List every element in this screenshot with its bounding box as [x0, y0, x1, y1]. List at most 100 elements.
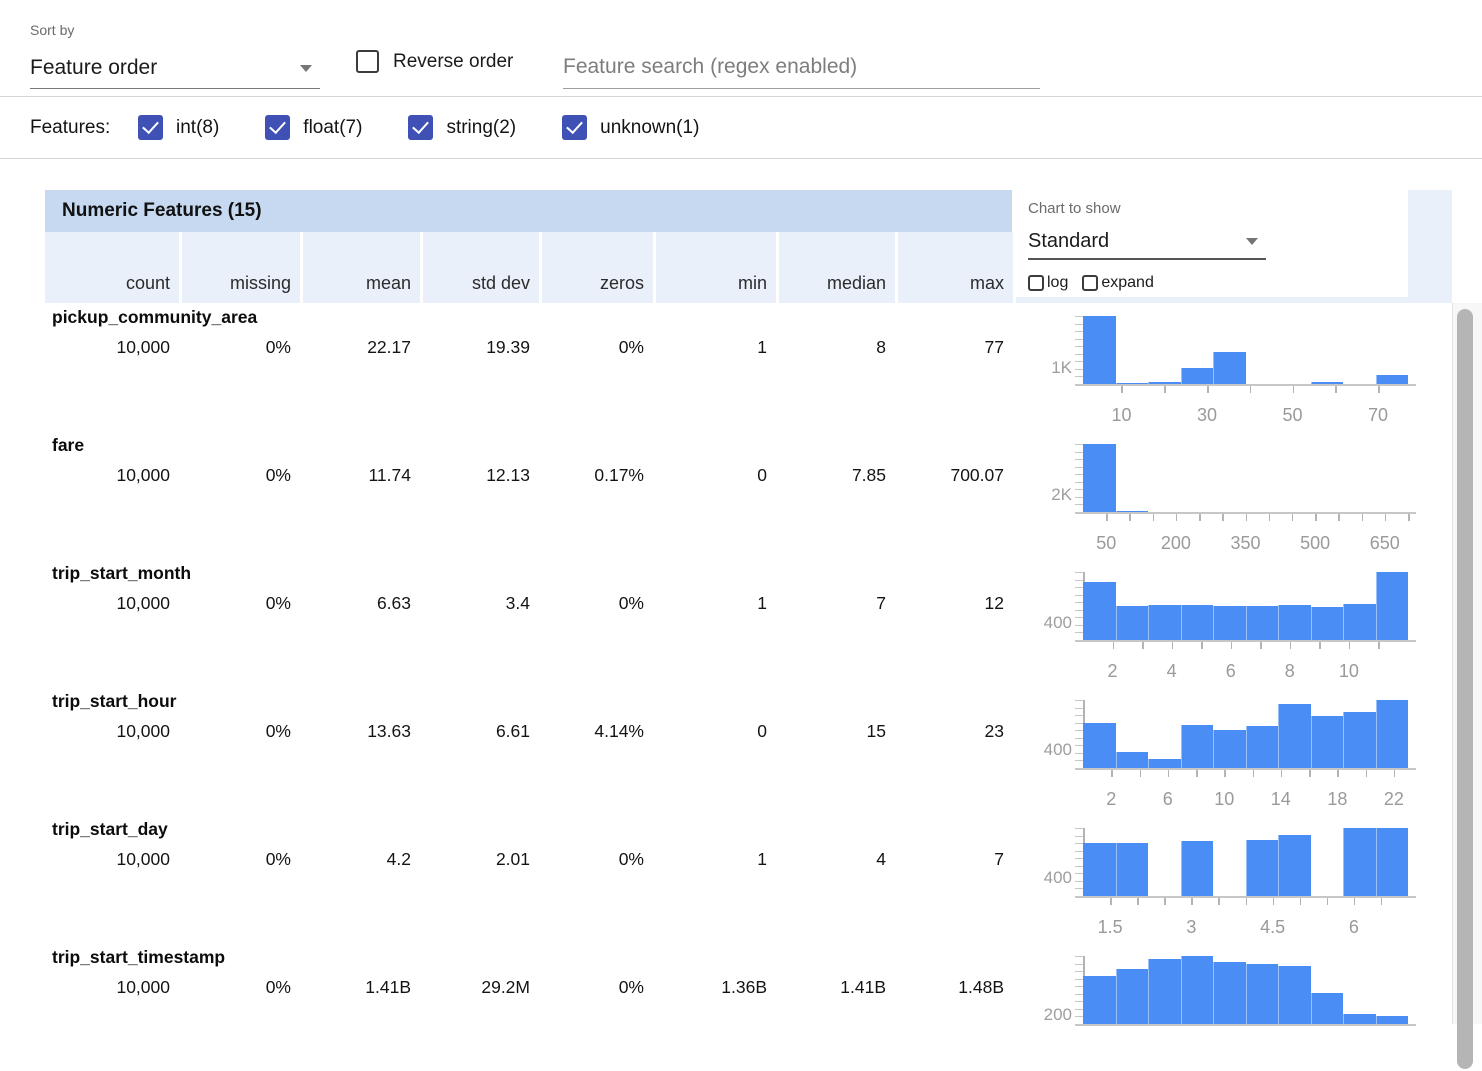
stat-median: 15 — [776, 721, 895, 742]
feature-stats-row: 10,0000%6.633.40%1712 — [45, 593, 1013, 614]
y-axis-tick — [1075, 888, 1083, 889]
feature-row: trip_start_hour10,0000%13.636.614.14%015… — [45, 687, 1013, 815]
stat-missing: 0% — [179, 721, 300, 742]
histogram-bar — [1083, 444, 1116, 512]
x-tick — [1137, 898, 1139, 905]
feature-row: trip_start_timestamp10,0000%1.41B29.2M0%… — [45, 943, 1013, 1071]
y-axis-tick — [1075, 964, 1083, 965]
y-axis-label: 1K — [1040, 358, 1072, 378]
feature-stats-row: 10,0000%11.7412.130.17%07.85700.07 — [45, 465, 1013, 486]
feature-name: fare — [45, 431, 1013, 456]
x-tick — [1164, 386, 1166, 393]
x-tick-label: 650 — [1350, 533, 1420, 554]
column-header-missing: missing — [179, 232, 300, 303]
stat-median: 8 — [776, 337, 895, 358]
stat-median: 4 — [776, 849, 895, 870]
histogram-pickup_community_area: 1K10305070 — [1040, 303, 1448, 431]
stat-mean: 13.63 — [300, 721, 420, 742]
x-tick — [1142, 642, 1144, 649]
stat-mean: 6.63 — [300, 593, 420, 614]
chart-type-select[interactable]: Standard — [1028, 225, 1266, 260]
x-tick — [1315, 514, 1317, 521]
x-tick — [1106, 514, 1108, 521]
column-header-min: min — [653, 232, 776, 303]
feature-search-input[interactable] — [563, 46, 1040, 89]
x-axis-line — [1075, 384, 1416, 386]
histogram-bar — [1343, 1014, 1376, 1024]
y-axis-tick — [1075, 452, 1083, 453]
column-header-median: median — [776, 232, 895, 303]
x-tick-label: 350 — [1211, 533, 1281, 554]
stat-max: 700.07 — [895, 465, 1013, 486]
top-toolbar: Sort by Feature order Reverse order — [0, 0, 1482, 97]
histogram-bar — [1181, 725, 1214, 768]
x-tick — [1385, 514, 1387, 521]
histogram-bar — [1343, 828, 1376, 896]
y-axis-tick — [1075, 610, 1083, 611]
y-axis-tick — [1075, 489, 1083, 490]
y-axis-tick — [1075, 474, 1083, 475]
stat-std-dev: 6.61 — [420, 721, 539, 742]
stat-count: 10,000 — [45, 337, 179, 358]
y-axis-tick — [1075, 354, 1083, 355]
numeric-features-header: Numeric Features (15) — [45, 190, 1012, 232]
x-tick-label: 200 — [1141, 533, 1211, 554]
stat-max: 12 — [895, 593, 1013, 614]
chart-header-cell: Chart to show Standard log expand — [1016, 190, 1452, 303]
feature-type-checkbox-float[interactable]: float(7) — [265, 115, 362, 140]
x-tick — [1172, 642, 1174, 649]
y-axis-tick — [1075, 625, 1083, 626]
column-header-row: countmissingmeanstd devzerosminmedianmax — [45, 232, 1013, 303]
histogram-bar — [1343, 604, 1376, 640]
vertical-scrollbar-thumb[interactable] — [1457, 309, 1473, 1069]
x-axis-line — [1075, 640, 1416, 642]
x-tick — [1246, 898, 1248, 905]
stat-min: 1 — [653, 849, 776, 870]
expand-checkbox[interactable]: expand — [1082, 274, 1154, 292]
log-checkbox[interactable]: log — [1028, 274, 1068, 292]
y-axis-tick — [1075, 587, 1083, 588]
histogram-bar — [1083, 723, 1116, 768]
y-axis-tick — [1075, 324, 1083, 325]
feature-type-label: float(7) — [303, 117, 362, 139]
x-tick — [1191, 898, 1193, 905]
histogram-trip_start_day: 4001.534.56 — [1040, 815, 1448, 943]
reverse-order-checkbox[interactable]: Reverse order — [356, 50, 513, 73]
x-tick — [1140, 770, 1142, 777]
x-tick — [1196, 770, 1198, 777]
stat-std-dev: 19.39 — [420, 337, 539, 358]
x-tick-label: 4.5 — [1238, 917, 1308, 938]
histogram-bar — [1376, 828, 1409, 896]
histogram-bar — [1148, 759, 1181, 768]
y-axis-tick — [1075, 572, 1083, 573]
y-axis-tick — [1075, 858, 1083, 859]
feature-type-checkbox-unknown[interactable]: unknown(1) — [562, 115, 699, 140]
x-tick — [1281, 770, 1283, 777]
x-tick — [1292, 514, 1294, 521]
histogram-bar — [1376, 375, 1409, 384]
y-axis-tick — [1075, 843, 1083, 844]
feature-type-label: string(2) — [446, 117, 516, 139]
x-tick — [1366, 770, 1368, 777]
y-axis-tick — [1075, 580, 1083, 581]
feature-type-checkbox-int[interactable]: int(8) — [138, 115, 219, 140]
stat-min: 0 — [653, 465, 776, 486]
checkbox-unchecked-icon — [1028, 275, 1044, 291]
stat-zeros: 0% — [539, 337, 653, 358]
x-tick — [1338, 514, 1340, 521]
y-axis-tick — [1075, 369, 1083, 370]
chevron-down-icon — [300, 65, 312, 72]
feature-name: trip_start_month — [45, 559, 1013, 584]
stat-missing: 0% — [179, 977, 300, 998]
feature-type-checkbox-string[interactable]: string(2) — [408, 115, 516, 140]
y-axis-tick — [1075, 316, 1083, 317]
x-tick — [1176, 514, 1178, 521]
x-tick-label: 10 — [1314, 661, 1384, 682]
expand-label: expand — [1101, 274, 1154, 292]
column-header-zeros: zeros — [539, 232, 653, 303]
filters-label: Features: — [30, 117, 138, 139]
histogram-bar — [1083, 843, 1116, 896]
sort-by-select[interactable]: Feature order — [30, 48, 320, 89]
y-axis-tick — [1075, 602, 1083, 603]
log-label: log — [1047, 274, 1068, 292]
